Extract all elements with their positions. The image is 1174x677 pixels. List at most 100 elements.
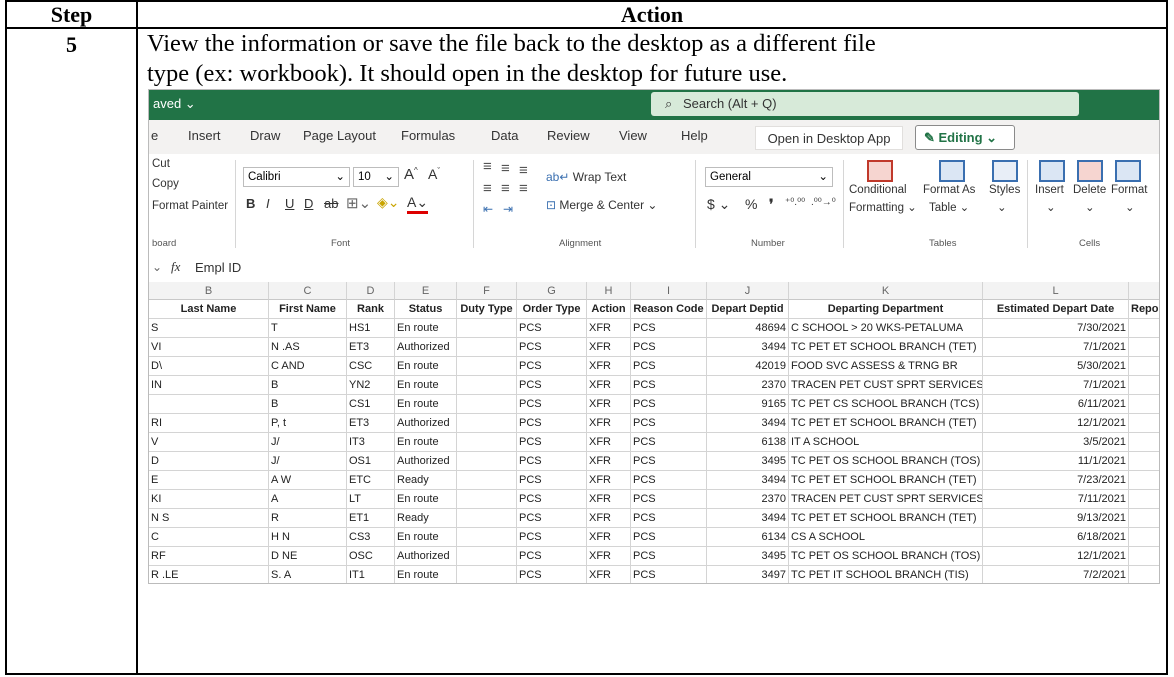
table-cell[interactable] bbox=[457, 566, 517, 583]
table-cell[interactable]: D NE bbox=[269, 547, 347, 566]
table-cell[interactable]: ET1 bbox=[347, 509, 395, 528]
currency-icon[interactable]: $ ⌄ bbox=[707, 196, 730, 213]
table-cell[interactable] bbox=[149, 395, 269, 414]
table-cell[interactable]: TC PET ET SCHOOL BRANCH (TET) bbox=[789, 509, 983, 528]
table-cell[interactable]: P, t bbox=[269, 414, 347, 433]
align-bottom-icon[interactable]: ≡ bbox=[519, 162, 528, 179]
table-cell[interactable]: 7/30/2021 bbox=[983, 319, 1129, 338]
table-cell[interactable]: 12/1/2021 bbox=[983, 547, 1129, 566]
tab-view[interactable]: View bbox=[619, 128, 647, 143]
table-cell[interactable]: TRACEN PET CUST SPRT SERVICES bbox=[789, 490, 983, 509]
cut-button[interactable]: Cut bbox=[152, 158, 170, 170]
table-cell[interactable]: PCS bbox=[631, 547, 707, 566]
underline-icon[interactable]: U bbox=[285, 196, 294, 211]
search-box[interactable]: ⌕ Search (Alt + Q) bbox=[651, 92, 1079, 116]
table-cell[interactable]: PCS bbox=[517, 547, 587, 566]
chevron-down-icon[interactable]: ⌄ bbox=[1085, 200, 1095, 214]
table-cell[interactable]: XFR bbox=[587, 338, 631, 357]
header-cell[interactable]: Status bbox=[395, 300, 457, 319]
table-cell[interactable]: XFR bbox=[587, 566, 631, 583]
wrap-text-button[interactable]: ab↵ Wrap Text bbox=[546, 170, 626, 184]
table-cell[interactable]: IT A SCHOOL bbox=[789, 433, 983, 452]
table-cell[interactable] bbox=[1129, 319, 1159, 338]
format-as-label[interactable]: Format As bbox=[923, 184, 975, 196]
tab-help[interactable]: Help bbox=[681, 128, 708, 143]
table-cell[interactable]: PCS bbox=[517, 376, 587, 395]
open-in-desktop-button[interactable]: Open in Desktop App bbox=[755, 126, 903, 150]
table-cell[interactable]: XFR bbox=[587, 528, 631, 547]
header-cell[interactable]: Report bbox=[1129, 300, 1159, 319]
table-cell[interactable]: Authorized bbox=[395, 452, 457, 471]
table-cell[interactable]: En route bbox=[395, 490, 457, 509]
tab-review[interactable]: Review bbox=[547, 128, 590, 143]
table-cell[interactable]: PCS bbox=[631, 319, 707, 338]
table-cell[interactable]: PCS bbox=[631, 357, 707, 376]
header-cell[interactable]: Depart Deptid bbox=[707, 300, 789, 319]
column-header-e[interactable]: E bbox=[395, 282, 457, 300]
table-cell[interactable]: 3494 bbox=[707, 338, 789, 357]
table-cell[interactable]: CS1 bbox=[347, 395, 395, 414]
table-cell[interactable] bbox=[457, 414, 517, 433]
table-cell[interactable] bbox=[1129, 509, 1159, 528]
table-cell[interactable]: KI bbox=[149, 490, 269, 509]
table-cell[interactable]: VI bbox=[149, 338, 269, 357]
table-cell[interactable]: 12/1/2021 bbox=[983, 414, 1129, 433]
number-format-select[interactable]: General ⌄ bbox=[705, 167, 833, 187]
table-cell[interactable]: 3497 bbox=[707, 566, 789, 583]
styles-label[interactable]: Styles bbox=[989, 184, 1020, 196]
table-cell[interactable]: TC PET ET SCHOOL BRANCH (TET) bbox=[789, 471, 983, 490]
table-cell[interactable]: 6/11/2021 bbox=[983, 395, 1129, 414]
header-cell[interactable]: Order Type bbox=[517, 300, 587, 319]
align-right-icon[interactable]: ≡ bbox=[519, 180, 528, 197]
table-cell[interactable]: 9165 bbox=[707, 395, 789, 414]
table-cell[interactable]: CS A SCHOOL bbox=[789, 528, 983, 547]
table-cell[interactable]: XFR bbox=[587, 490, 631, 509]
tab-formulas[interactable]: Formulas bbox=[401, 128, 455, 143]
table-cell[interactable]: XFR bbox=[587, 376, 631, 395]
table-cell[interactable] bbox=[457, 433, 517, 452]
tab-data[interactable]: Data bbox=[491, 128, 518, 143]
table-cell[interactable]: CS3 bbox=[347, 528, 395, 547]
table-cell[interactable] bbox=[1129, 547, 1159, 566]
saved-status[interactable]: aved ⌄ bbox=[153, 96, 196, 112]
chevron-down-icon[interactable]: ⌄ bbox=[1125, 200, 1135, 214]
table-cell[interactable]: 3494 bbox=[707, 414, 789, 433]
column-header-g[interactable]: G bbox=[517, 282, 587, 300]
increase-font-icon[interactable]: A^ bbox=[404, 166, 418, 183]
header-cell[interactable]: Action bbox=[587, 300, 631, 319]
table-cell[interactable]: OSC bbox=[347, 547, 395, 566]
table-cell[interactable] bbox=[457, 376, 517, 395]
table-cell[interactable] bbox=[1129, 490, 1159, 509]
function-icon[interactable]: fx bbox=[171, 259, 180, 275]
table-cell[interactable]: Authorized bbox=[395, 338, 457, 357]
table-cell[interactable] bbox=[1129, 452, 1159, 471]
table-cell[interactable]: 7/2/2021 bbox=[983, 566, 1129, 583]
table-cell[interactable]: 3495 bbox=[707, 547, 789, 566]
table-cell[interactable]: 2370 bbox=[707, 376, 789, 395]
header-cell[interactable]: Last Name bbox=[149, 300, 269, 319]
table-cell[interactable]: En route bbox=[395, 319, 457, 338]
table-cell[interactable] bbox=[457, 452, 517, 471]
header-cell[interactable]: Rank bbox=[347, 300, 395, 319]
table-cell[interactable]: J/ bbox=[269, 452, 347, 471]
table-cell[interactable]: XFR bbox=[587, 319, 631, 338]
table-cell[interactable]: YN2 bbox=[347, 376, 395, 395]
table-cell[interactable] bbox=[1129, 376, 1159, 395]
tab-draw[interactable]: Draw bbox=[250, 128, 280, 143]
table-cell[interactable] bbox=[457, 395, 517, 414]
copy-button[interactable]: Copy bbox=[152, 178, 179, 190]
table-cell[interactable] bbox=[1129, 433, 1159, 452]
table-cell[interactable]: 2370 bbox=[707, 490, 789, 509]
table-cell[interactable]: PCS bbox=[631, 338, 707, 357]
table-label[interactable]: Table ⌄ bbox=[929, 200, 969, 214]
table-cell[interactable]: IN bbox=[149, 376, 269, 395]
table-cell[interactable]: A bbox=[269, 490, 347, 509]
table-cell[interactable] bbox=[457, 490, 517, 509]
table-cell[interactable]: PCS bbox=[517, 357, 587, 376]
table-cell[interactable] bbox=[1129, 357, 1159, 376]
table-cell[interactable]: ETC bbox=[347, 471, 395, 490]
table-cell[interactable]: PCS bbox=[517, 319, 587, 338]
table-cell[interactable]: TC PET ET SCHOOL BRANCH (TET) bbox=[789, 414, 983, 433]
double-underline-icon[interactable]: D bbox=[304, 196, 313, 211]
column-header-c[interactable]: C bbox=[269, 282, 347, 300]
